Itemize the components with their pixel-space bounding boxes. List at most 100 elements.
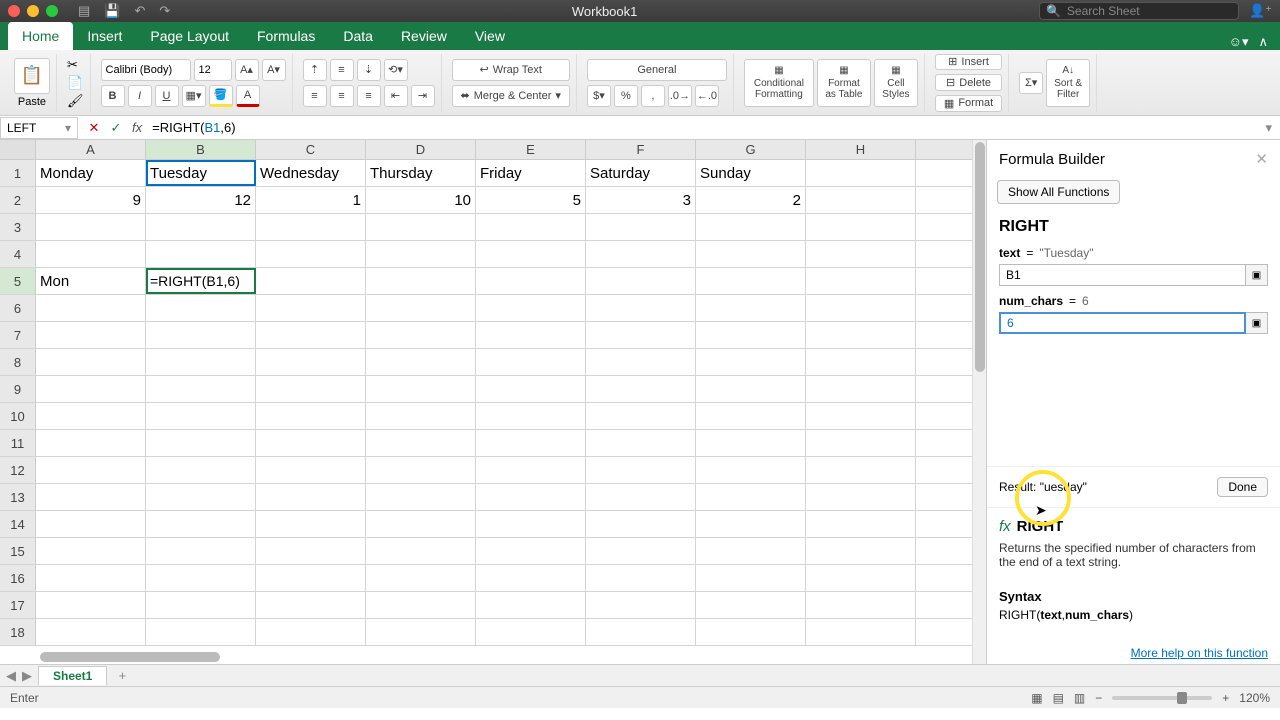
cell-h13[interactable] — [806, 484, 916, 510]
cell-h4[interactable] — [806, 241, 916, 267]
show-all-functions-button[interactable]: Show All Functions — [997, 180, 1120, 204]
font-size-select[interactable]: 12 — [194, 59, 232, 81]
cell-f11[interactable] — [586, 430, 696, 456]
cell-d17[interactable] — [366, 592, 476, 618]
cell-b13[interactable] — [146, 484, 256, 510]
cell-e10[interactable] — [476, 403, 586, 429]
row-header-6[interactable]: 6 — [0, 295, 36, 321]
arg-numchars-picker-icon[interactable]: ▣ — [1246, 312, 1268, 334]
cell-b10[interactable] — [146, 403, 256, 429]
cell-a6[interactable] — [36, 295, 146, 321]
cell-d16[interactable] — [366, 565, 476, 591]
cell-f2[interactable]: 3 — [586, 187, 696, 213]
cell-f6[interactable] — [586, 295, 696, 321]
cell-g14[interactable] — [696, 511, 806, 537]
horizontal-scrollbar[interactable] — [40, 652, 220, 662]
view-normal-icon[interactable]: ▦ — [1031, 691, 1042, 705]
col-header-d[interactable]: D — [366, 140, 476, 159]
cell-d11[interactable] — [366, 430, 476, 456]
cell-a18[interactable] — [36, 619, 146, 645]
cell-f10[interactable] — [586, 403, 696, 429]
cell-e3[interactable] — [476, 214, 586, 240]
cell-c17[interactable] — [256, 592, 366, 618]
cell-d18[interactable] — [366, 619, 476, 645]
cell-c13[interactable] — [256, 484, 366, 510]
cell-g8[interactable] — [696, 349, 806, 375]
arg-text-picker-icon[interactable]: ▣ — [1246, 264, 1268, 286]
cell-c4[interactable] — [256, 241, 366, 267]
align-bottom-icon[interactable]: ⇣ — [357, 59, 381, 81]
row-header-13[interactable]: 13 — [0, 484, 36, 510]
cell-f3[interactable] — [586, 214, 696, 240]
cell-a3[interactable] — [36, 214, 146, 240]
select-all-corner[interactable] — [0, 140, 36, 159]
format-as-table-button[interactable]: ▦Format as Table — [817, 59, 871, 107]
col-header-e[interactable]: E — [476, 140, 586, 159]
tab-home[interactable]: Home — [8, 22, 73, 50]
cell-h18[interactable] — [806, 619, 916, 645]
cell-b12[interactable] — [146, 457, 256, 483]
cell-g5[interactable] — [696, 268, 806, 294]
currency-icon[interactable]: $▾ — [587, 85, 611, 107]
cell-e4[interactable] — [476, 241, 586, 267]
copy-icon[interactable]: 📄 — [67, 75, 84, 91]
row-header-7[interactable]: 7 — [0, 322, 36, 348]
cell-e12[interactable] — [476, 457, 586, 483]
cell-h9[interactable] — [806, 376, 916, 402]
align-middle-icon[interactable]: ≡ — [330, 59, 354, 81]
cell-a14[interactable] — [36, 511, 146, 537]
cell-h11[interactable] — [806, 430, 916, 456]
cell-d1[interactable]: Thursday — [366, 160, 476, 186]
sheet-tab-1[interactable]: Sheet1 — [38, 666, 107, 685]
cell-c18[interactable] — [256, 619, 366, 645]
cell-h16[interactable] — [806, 565, 916, 591]
col-header-b[interactable]: B — [146, 140, 256, 159]
cell-b6[interactable] — [146, 295, 256, 321]
cell-b18[interactable] — [146, 619, 256, 645]
spreadsheet-grid[interactable]: A B C D E F G H 1MondayTuesdayWednesdayT… — [0, 140, 972, 664]
cell-d5[interactable] — [366, 268, 476, 294]
cell-f7[interactable] — [586, 322, 696, 348]
font-color-button[interactable]: A — [236, 85, 260, 107]
cell-h7[interactable] — [806, 322, 916, 348]
cell-c5[interactable] — [256, 268, 366, 294]
cell-g18[interactable] — [696, 619, 806, 645]
cell-d3[interactable] — [366, 214, 476, 240]
cell-d9[interactable] — [366, 376, 476, 402]
done-button[interactable]: Done — [1217, 477, 1268, 497]
cell-e6[interactable] — [476, 295, 586, 321]
cell-g10[interactable] — [696, 403, 806, 429]
cell-f14[interactable] — [586, 511, 696, 537]
cell-e5[interactable] — [476, 268, 586, 294]
close-pane-icon[interactable]: ✕ — [1255, 150, 1268, 168]
cell-d4[interactable] — [366, 241, 476, 267]
cell-g4[interactable] — [696, 241, 806, 267]
percent-icon[interactable]: % — [614, 85, 638, 107]
wrap-text-button[interactable]: ↩Wrap Text — [452, 59, 570, 81]
cell-f5[interactable] — [586, 268, 696, 294]
cell-g2[interactable]: 2 — [696, 187, 806, 213]
cell-a8[interactable] — [36, 349, 146, 375]
cell-e14[interactable] — [476, 511, 586, 537]
cell-a1[interactable]: Monday — [36, 160, 146, 186]
format-painter-icon[interactable]: 🖌 — [67, 93, 84, 109]
cell-e13[interactable] — [476, 484, 586, 510]
cell-c2[interactable]: 1 — [256, 187, 366, 213]
tab-page-layout[interactable]: Page Layout — [136, 22, 243, 50]
cell-h2[interactable] — [806, 187, 916, 213]
tab-formulas[interactable]: Formulas — [243, 22, 329, 50]
name-box[interactable]: LEFT▾ — [0, 117, 78, 139]
cell-e1[interactable]: Friday — [476, 160, 586, 186]
cell-e16[interactable] — [476, 565, 586, 591]
col-header-a[interactable]: A — [36, 140, 146, 159]
cell-a4[interactable] — [36, 241, 146, 267]
cell-d14[interactable] — [366, 511, 476, 537]
cell-a17[interactable] — [36, 592, 146, 618]
font-name-select[interactable]: Calibri (Body) — [101, 59, 191, 81]
cell-c11[interactable] — [256, 430, 366, 456]
cell-h8[interactable] — [806, 349, 916, 375]
row-header-4[interactable]: 4 — [0, 241, 36, 267]
cell-b5[interactable]: =RIGHT(B1,6) — [146, 268, 256, 294]
cell-c12[interactable] — [256, 457, 366, 483]
cell-c3[interactable] — [256, 214, 366, 240]
